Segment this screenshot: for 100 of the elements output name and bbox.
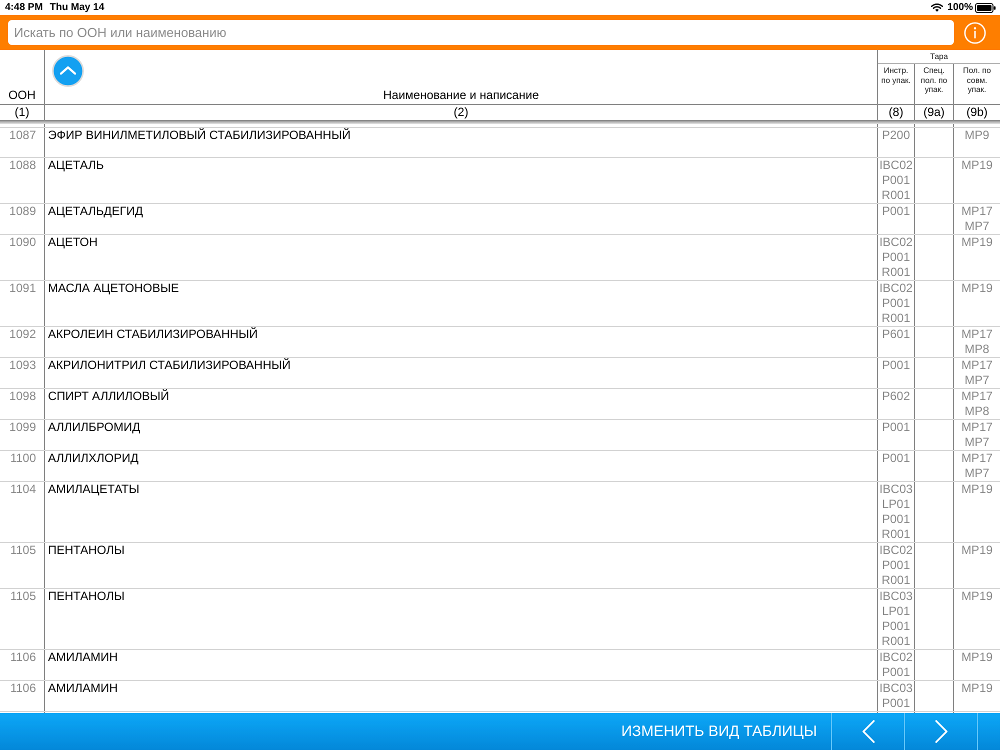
column-number: (1) <box>14 105 30 119</box>
packing-code: P001 <box>882 696 910 711</box>
column-header: Пол. по совм. упак. <box>962 65 992 96</box>
substance-name: АЦЕТОН <box>48 235 98 249</box>
packing-code: P001 <box>882 619 910 634</box>
substance-name: ПЕНТАНОЛЫ <box>48 589 125 603</box>
packing-code: IBC02 <box>879 543 913 558</box>
substance-name: АЛЛИЛХЛОРИД <box>48 451 138 465</box>
mixed-packing-code: MP17 <box>961 358 993 373</box>
substance-name: ЭФИР ВИНИЛМЕТИЛОВЫЙ СТАБИЛИЗИРОВАННЫЙ <box>48 128 351 142</box>
un-number: 1105 <box>10 589 36 603</box>
status-date: Thu May 14 <box>50 2 104 13</box>
mixed-packing-code: MP19 <box>961 158 993 173</box>
packing-code: P602 <box>882 389 910 404</box>
mixed-packing-code: MP7 <box>964 219 990 234</box>
packing-code: R001 <box>882 311 910 326</box>
packing-code: IBC03 <box>879 589 913 604</box>
packing-code: P001 <box>882 420 910 435</box>
un-number: 1099 <box>9 420 36 434</box>
substance-name: АЛЛИЛБРОМИД <box>48 420 140 434</box>
un-number: 1088 <box>9 158 36 172</box>
substance-name: АЦЕТАЛЬ <box>48 158 104 172</box>
chevron-up-icon[interactable] <box>52 55 84 87</box>
substance-name: АКРИЛОНИТРИЛ СТАБИЛИЗИРОВАННЫЙ <box>48 358 291 372</box>
packing-code: R001 <box>882 188 910 203</box>
substance-name: АМИЛАМИН <box>48 650 118 664</box>
battery-percent: 100% <box>947 2 973 13</box>
mixed-packing-code: MP7 <box>964 373 990 388</box>
mixed-packing-code: MP17 <box>961 389 993 404</box>
mixed-packing-code: MP19 <box>961 589 993 604</box>
column-number: (9b) <box>966 105 988 119</box>
column-number: (8) <box>888 105 904 119</box>
packing-code: IBC02 <box>879 650 913 665</box>
status-time: 4:48 PM <box>5 2 43 13</box>
packing-code: P001 <box>882 451 910 466</box>
substance-name: СПИРТ АЛЛИЛОВЫЙ <box>48 389 170 403</box>
mixed-packing-code: MP19 <box>961 543 993 558</box>
un-number: 1105 <box>10 543 36 557</box>
mixed-packing-code: MP19 <box>961 681 993 696</box>
substance-name: МАСЛА АЦЕТОНОВЫЕ <box>48 281 179 295</box>
packing-code: R001 <box>882 265 910 280</box>
chevron-right-icon[interactable] <box>934 720 948 743</box>
battery-icon <box>975 2 996 12</box>
packing-code: P001 <box>882 358 910 373</box>
un-number: 1104 <box>10 482 36 496</box>
packing-code: P001 <box>882 173 910 188</box>
mixed-packing-code: MP17 <box>961 204 993 219</box>
packing-code: P001 <box>882 296 910 311</box>
column-number: (9a) <box>923 105 945 119</box>
packing-code: IBC03 <box>879 681 913 696</box>
mixed-packing-code: MP17 <box>961 420 993 435</box>
mixed-packing-code: MP8 <box>964 404 990 419</box>
chevron-left-icon[interactable] <box>862 720 874 743</box>
substance-name: АМИЛАМИН <box>48 681 118 695</box>
mixed-packing-code: MP19 <box>961 281 993 296</box>
wifi-icon <box>931 3 944 12</box>
mixed-packing-code: MP19 <box>961 482 993 497</box>
un-number: 1100 <box>10 451 36 465</box>
packing-code: R001 <box>882 634 910 649</box>
column-header: Инстр. по упак. <box>878 64 915 104</box>
column-group-header: Тара <box>878 50 1000 64</box>
mixed-packing-code: MP7 <box>964 435 990 450</box>
packing-code: P001 <box>882 665 910 680</box>
change-view-button[interactable]: ИЗМЕНИТЬ ВИД ТАБЛИЦЫ <box>607 713 831 750</box>
mixed-packing-code: MP9 <box>964 128 990 143</box>
packing-code: R001 <box>882 573 910 588</box>
packing-code: LP01 <box>882 497 910 512</box>
packing-code: P001 <box>882 558 910 573</box>
packing-code: IBC02 <box>879 235 913 250</box>
mixed-packing-code: MP17 <box>961 327 993 342</box>
column-number: (2) <box>454 105 468 119</box>
info-icon[interactable] <box>964 22 986 44</box>
packing-code: P001 <box>882 204 910 219</box>
packing-code: IBC03 <box>879 482 913 497</box>
mixed-packing-code: MP8 <box>964 342 990 357</box>
un-number: 1092 <box>9 327 36 341</box>
substance-name: АКРОЛЕИН СТАБИЛИЗИРОВАННЫЙ <box>48 327 258 341</box>
substance-name: АЦЕТАЛЬДЕГИД <box>48 204 143 218</box>
un-number: 1089 <box>9 204 36 218</box>
column-header: ООН <box>8 88 36 102</box>
mixed-packing-code: MP7 <box>964 466 990 481</box>
column-header: Наименование и написание <box>383 88 539 102</box>
mixed-packing-code: MP19 <box>961 235 993 250</box>
un-number: 1091 <box>9 281 36 295</box>
mixed-packing-code: MP19 <box>961 650 993 665</box>
mixed-packing-code: MP17 <box>961 451 993 466</box>
packing-code: R001 <box>882 527 910 542</box>
un-number: 1106 <box>10 681 36 695</box>
un-number: 1087 <box>9 128 36 142</box>
packing-code: P001 <box>882 512 910 527</box>
substance-name: ПЕНТАНОЛЫ <box>48 543 125 557</box>
un-number: 1090 <box>9 235 36 249</box>
packing-code: P601 <box>882 327 910 342</box>
packing-code: P200 <box>882 128 910 143</box>
un-number: 1093 <box>9 358 36 372</box>
search-field[interactable]: Искать по ООН или наименованию <box>8 20 954 45</box>
substance-name: АМИЛАЦЕТАТЫ <box>48 482 140 496</box>
column-header: Спец. пол. по упак. <box>915 64 954 104</box>
un-number: 1098 <box>9 389 36 403</box>
packing-code: P001 <box>882 250 910 265</box>
